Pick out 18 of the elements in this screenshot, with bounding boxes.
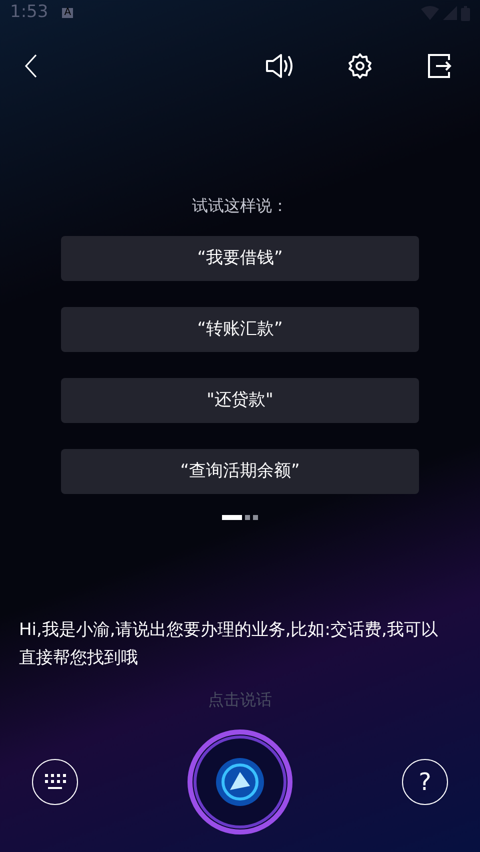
keyboard-icon — [44, 773, 66, 791]
exit-icon — [427, 53, 453, 79]
notification-icon: A — [62, 8, 74, 18]
back-icon — [24, 54, 38, 78]
voice-orb-icon — [186, 728, 294, 836]
suggestion-chip[interactable]: “查询活期余额” — [61, 449, 419, 494]
help-button[interactable]: ? — [402, 759, 448, 805]
speak-hint: 点击说话 — [208, 689, 272, 711]
settings-icon — [346, 52, 374, 80]
speak-button[interactable] — [186, 728, 294, 836]
status-time: 1:53 — [10, 1, 48, 24]
prompt-title: 试试这样说： — [192, 195, 288, 217]
suggestion-chip[interactable]: "还贷款" — [61, 378, 419, 423]
greeting-message: Hi,我是小渝,请说出您要办理的业务,比如:交话费,我可以直接帮您找到哦 — [18, 619, 439, 670]
speaker-icon — [265, 53, 295, 79]
suggestion-chip[interactable]: “我要借钱” — [61, 236, 419, 281]
suggestion-chip[interactable]: “转账汇款” — [61, 307, 419, 352]
keyboard-button[interactable] — [32, 759, 78, 805]
